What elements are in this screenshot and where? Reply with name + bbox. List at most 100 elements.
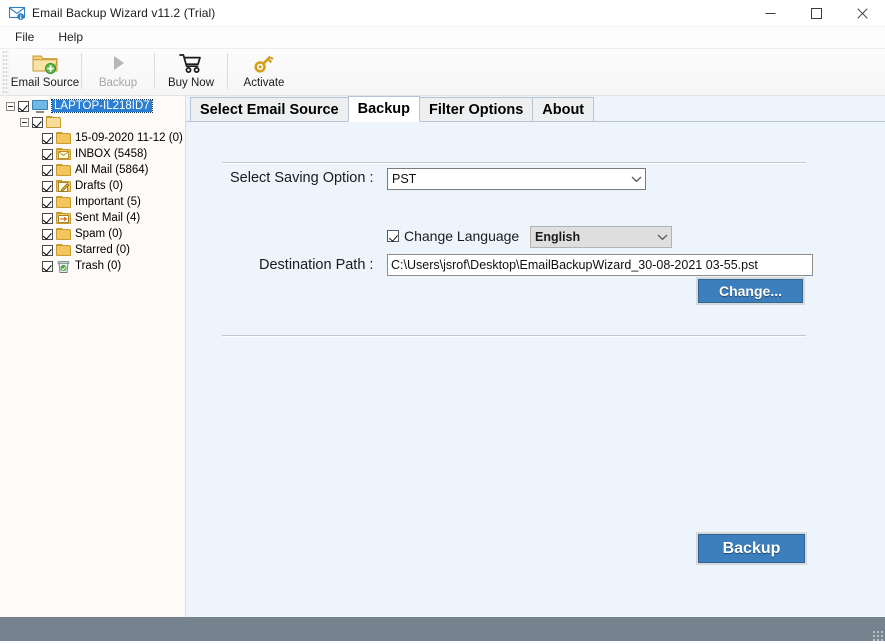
drafts-folder-icon xyxy=(56,180,71,193)
tree-node-item[interactable]: Important (5) xyxy=(0,194,185,210)
tree-label-item: Spam (0) xyxy=(75,228,122,240)
tree-node-item[interactable]: INBOX (5458) xyxy=(0,146,185,162)
expander-collapse-icon-group[interactable] xyxy=(20,118,29,127)
destination-path-input[interactable]: C:\Users\jsrof\Desktop\EmailBackupWizard… xyxy=(387,254,813,276)
tab-about[interactable]: About xyxy=(532,97,594,121)
tree-checkbox-item[interactable] xyxy=(42,245,53,256)
tab-label: About xyxy=(542,102,584,118)
tab-backup[interactable]: Backup xyxy=(348,96,420,122)
play-triangle-icon xyxy=(106,51,130,75)
tab-strip: Select Email Source Backup Filter Option… xyxy=(186,96,885,122)
tab-select-email-source[interactable]: Select Email Source xyxy=(190,97,349,121)
backup-button[interactable]: Backup xyxy=(698,534,805,563)
application-window: Email Backup Wizard v11.2 (Trial) File H… xyxy=(0,0,885,644)
tree-node-item[interactable]: 15-09-2020 11-12 (0) xyxy=(0,130,185,146)
expander-collapse-icon[interactable] xyxy=(6,102,15,111)
folder-tree-sidebar[interactable]: LAPTOP-IL218ID7 15-09-2020 11-12 (0) xyxy=(0,96,186,617)
destination-path-label: Destination Path : xyxy=(259,257,373,273)
toolbar: Email Source Backup Buy Now xyxy=(0,49,885,96)
monitor-icon xyxy=(32,100,48,113)
menu-item-file[interactable]: File xyxy=(6,28,43,47)
toolbar-button-email-source[interactable]: Email Source xyxy=(9,49,81,95)
tree-checkbox-item[interactable] xyxy=(42,181,53,192)
key-icon xyxy=(251,51,277,75)
tree-label-root: LAPTOP-IL218ID7 xyxy=(52,100,152,112)
tree-checkbox-item[interactable] xyxy=(42,133,53,144)
tree-label-item: All Mail (5864) xyxy=(75,164,149,176)
saving-option-label: Select Saving Option : xyxy=(230,170,373,186)
tree-checkbox-item[interactable] xyxy=(42,197,53,208)
resize-grip-icon[interactable] xyxy=(872,630,883,641)
status-bar xyxy=(0,617,885,644)
toolbar-label-buy-now: Buy Now xyxy=(168,77,214,89)
chevron-down-icon xyxy=(628,175,645,183)
language-value: English xyxy=(535,230,654,244)
folder-add-icon xyxy=(31,51,59,75)
change-language-checkbox-row[interactable]: Change Language xyxy=(387,228,519,244)
tree-node-item[interactable]: Drafts (0) xyxy=(0,178,185,194)
window-title: Email Backup Wizard v11.2 (Trial) xyxy=(32,6,215,20)
language-dropdown[interactable]: English xyxy=(530,226,672,248)
tab-label: Filter Options xyxy=(429,102,523,118)
maximize-button[interactable] xyxy=(793,0,839,27)
close-button[interactable] xyxy=(839,0,885,27)
folder-icon xyxy=(56,196,71,209)
status-bar-inner xyxy=(0,617,885,641)
tree-node-item[interactable]: Trash (0) xyxy=(0,258,185,274)
folder-icon xyxy=(56,244,71,257)
toolbar-label-activate: Activate xyxy=(244,77,285,89)
tab-label: Select Email Source xyxy=(200,102,339,118)
folder-icon xyxy=(56,228,71,241)
change-language-checkbox[interactable] xyxy=(387,230,399,242)
tree-checkbox-item[interactable] xyxy=(42,261,53,272)
tree-checkbox-item[interactable] xyxy=(42,165,53,176)
chevron-down-icon-language xyxy=(654,233,671,241)
change-button-label: Change... xyxy=(719,283,782,299)
tree-node-root[interactable]: LAPTOP-IL218ID7 xyxy=(0,98,185,114)
tree-checkbox-item[interactable] xyxy=(42,229,53,240)
title-bar: Email Backup Wizard v11.2 (Trial) xyxy=(0,0,885,27)
tree-node-item[interactable]: Spam (0) xyxy=(0,226,185,242)
panel-bottom-filler xyxy=(186,609,885,617)
inbox-folder-icon xyxy=(56,148,71,161)
tree-label-item: Sent Mail (4) xyxy=(75,212,140,224)
tree-label-item: 15-09-2020 11-12 (0) xyxy=(75,132,183,144)
toolbar-label-backup: Backup xyxy=(99,77,137,89)
menu-item-help[interactable]: Help xyxy=(49,28,92,47)
backup-tab-panel: Select Saving Option : PST Change Langua… xyxy=(186,122,885,616)
menu-bar: File Help xyxy=(0,27,885,49)
separator-top xyxy=(222,162,806,163)
change-language-label: Change Language xyxy=(404,228,519,244)
toolbar-grip[interactable] xyxy=(2,50,9,94)
saving-option-dropdown[interactable]: PST xyxy=(387,168,646,190)
minimize-button[interactable] xyxy=(747,0,793,27)
tree-checkbox-group[interactable] xyxy=(32,117,43,128)
tree-label-item: Important (5) xyxy=(75,196,141,208)
destination-path-value: C:\Users\jsrof\Desktop\EmailBackupWizard… xyxy=(391,258,758,272)
change-path-button[interactable]: Change... xyxy=(698,279,803,303)
tree-checkbox-item[interactable] xyxy=(42,149,53,160)
tree-node-group[interactable] xyxy=(0,114,185,130)
tree-checkbox[interactable] xyxy=(18,101,29,112)
folder-icon xyxy=(56,132,71,145)
tab-filter-options[interactable]: Filter Options xyxy=(419,97,533,121)
toolbar-button-buy-now[interactable]: Buy Now xyxy=(155,49,227,95)
backup-button-label: Backup xyxy=(723,540,781,558)
tree-label-item: INBOX (5458) xyxy=(75,148,147,160)
main-content-panel: Select Email Source Backup Filter Option… xyxy=(186,96,885,617)
tree-label-item: Starred (0) xyxy=(75,244,130,256)
sent-folder-icon xyxy=(56,212,71,225)
window-controls xyxy=(747,0,885,27)
toolbar-label-email-source: Email Source xyxy=(11,77,79,89)
tree-node-item[interactable]: Sent Mail (4) xyxy=(0,210,185,226)
toolbar-button-backup[interactable]: Backup xyxy=(82,49,154,95)
tree-node-item[interactable]: Starred (0) xyxy=(0,242,185,258)
toolbar-button-activate[interactable]: Activate xyxy=(228,49,300,95)
tree-label-item: Drafts (0) xyxy=(75,180,123,192)
tree-node-item[interactable]: All Mail (5864) xyxy=(0,162,185,178)
tree-label-item: Trash (0) xyxy=(75,260,121,272)
shopping-cart-icon xyxy=(178,51,204,75)
open-folder-icon xyxy=(46,116,61,129)
tree-checkbox-item[interactable] xyxy=(42,213,53,224)
tab-label: Backup xyxy=(358,101,410,117)
